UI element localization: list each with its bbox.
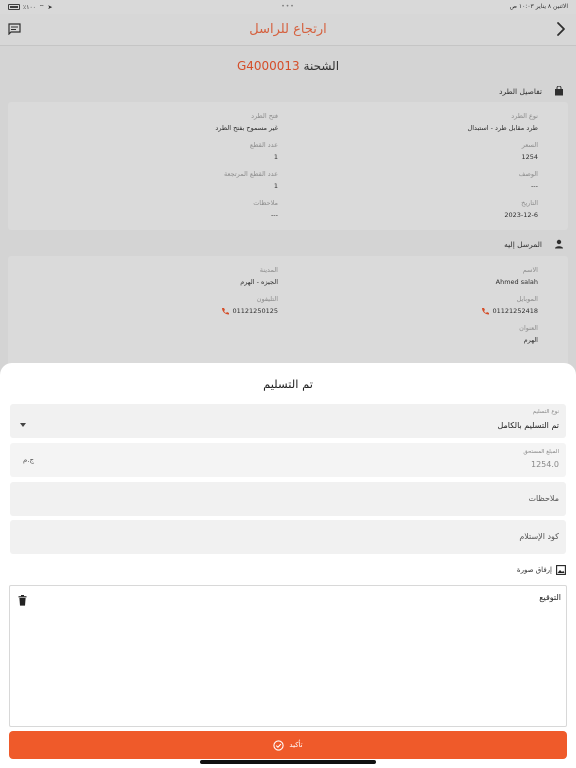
receipt-code-input[interactable]: كود الإستلام — [10, 520, 566, 554]
amount-label: المبلغ المستحق — [523, 449, 559, 455]
home-indicator[interactable] — [200, 760, 376, 764]
amount-value: 1254.0 — [531, 460, 559, 469]
sheet-title: تم التسليم — [263, 377, 313, 391]
confirm-button[interactable]: تأكيد — [9, 731, 567, 759]
delivery-type-label: نوع التسليم — [532, 409, 559, 415]
delivery-sheet: تم التسليم نوع التسليم تم التسليم بالكام… — [0, 363, 576, 768]
confirm-label: تأكيد — [289, 741, 303, 749]
notes-placeholder: ملاحظات — [528, 494, 559, 503]
check-circle-icon — [273, 739, 285, 751]
delivery-type-select[interactable]: نوع التسليم تم التسليم بالكامل — [10, 404, 566, 438]
receipt-code-placeholder: كود الإستلام — [519, 532, 559, 541]
image-icon — [556, 565, 566, 575]
attach-image-label: إرفاق صورة — [516, 566, 552, 574]
attach-image-button[interactable]: إرفاق صورة — [517, 564, 566, 576]
dropdown-arrow-icon — [20, 423, 26, 427]
amount-field: المبلغ المستحق 1254.0 ج.م — [10, 443, 566, 477]
signature-label: التوقيع — [539, 593, 561, 602]
delivery-type-value: تم التسليم بالكامل — [497, 421, 559, 430]
currency-label: ج.م — [23, 456, 35, 464]
notes-input[interactable]: ملاحظات — [10, 482, 566, 516]
trash-icon[interactable] — [18, 595, 27, 606]
signature-pad[interactable]: التوقيع — [9, 585, 567, 727]
